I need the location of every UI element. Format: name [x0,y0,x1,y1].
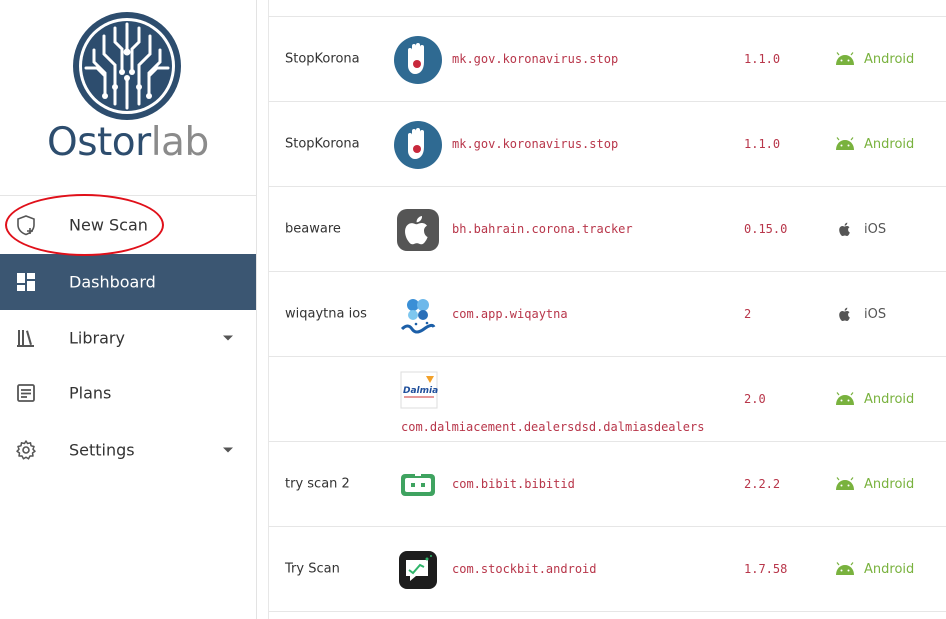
android-icon [836,477,854,490]
apple-icon [839,222,850,236]
sidebar-item-label: Plans [69,383,112,403]
sidebar-item-new-scan[interactable]: New Scan [0,197,256,253]
app-root: Ostorlab New Scan Dashboard Library Plan… [0,0,946,619]
wiqaytna-icon [400,299,436,334]
platform-label: Android [864,391,915,407]
platform-badge: iOS [834,305,886,323]
scan-name: wiqaytna ios [285,306,367,322]
sidebar-item-library[interactable]: Library [0,310,256,366]
scan-name: beaware [285,221,341,237]
platform-badge: Android [834,135,914,153]
platform-badge: Android [834,50,914,68]
ostorlab-emblem-icon [73,12,181,120]
brand-wordmark-part1: Ostor [47,120,151,165]
platform-badge: Android [834,475,914,493]
app-version: 2.2.2 [744,477,781,491]
platform-label: Android [864,51,915,67]
sidebar-item-label: Dashboard [69,272,156,292]
package-name[interactable]: com.stockbit.android [452,562,597,576]
dashboard-icon [17,273,35,291]
dalmia-icon: Dalmia [400,371,438,409]
plans-icon [17,384,35,402]
chevron-down-icon [223,447,233,453]
scans-list: StopKorona mk.gov.koronavirus.stop 1.1.0… [268,0,946,619]
brand-logo[interactable]: Ostorlab [0,0,256,196]
bibit-icon [401,472,435,496]
sidebar-item-plans[interactable]: Plans [0,365,256,421]
table-row[interactable]: StopKorona mk.gov.koronavirus.stop 1.1.0… [269,16,946,101]
app-version: 2.0 [744,392,766,406]
scan-name: try scan 2 [285,476,350,492]
package-name[interactable]: bh.bahrain.corona.tracker [452,222,633,236]
platform-badge: Android [834,560,914,578]
android-icon [836,562,854,575]
scan-name: Try Scan [285,561,340,577]
table-row[interactable]: beaware bh.bahrain.corona.tracker 0.15.0… [269,186,946,271]
table-row[interactable]: StopKorona mk.gov.koronavirus.stop 1.1.0… [269,101,946,186]
table-row[interactable]: try scan 2 com.bibit.bibitid 2.2.2 Andro… [269,441,946,526]
app-version: 1.1.0 [744,52,781,66]
platform-label: Android [864,476,915,492]
package-name[interactable]: com.app.wiqaytna [452,307,568,321]
table-row[interactable]: Dalmia com.dalmiacement.dealersdsd.dalmi… [269,356,946,441]
brand-wordmark-part2: lab [150,120,210,165]
apple-icon [839,307,850,321]
shield-plus-icon [17,215,35,236]
table-row[interactable]: Try Scan com.stockbit.android 1.7.58 And… [269,526,946,611]
app-version: 0.15.0 [744,222,788,236]
apple-app-icon [397,209,439,251]
sidebar-item-dashboard[interactable]: Dashboard [0,254,256,310]
sidebar-item-label: Settings [69,440,135,460]
platform-badge: Android [834,390,914,408]
sidebar: Ostorlab New Scan Dashboard Library Plan… [0,0,257,619]
app-version: 1.1.0 [744,137,781,151]
stockbit-icon [399,551,437,589]
dalmia-icon-text: Dalmia [403,386,438,396]
table-row [269,611,946,619]
sidebar-item-settings[interactable]: Settings [0,422,256,478]
scan-name: StopKorona [285,51,360,67]
package-name[interactable]: mk.gov.koronavirus.stop [452,52,618,66]
package-name[interactable]: com.dalmiacement.dealersdsd.dalmiasdeale… [401,420,704,434]
platform-label: iOS [864,221,887,237]
chevron-down-icon [223,335,233,341]
app-version: 1.7.58 [744,562,788,576]
package-name[interactable]: mk.gov.koronavirus.stop [452,137,618,151]
stopkorona-hand-icon [394,121,442,169]
table-row[interactable]: wiqaytna ios com.app.wiqaytna 2 iOS [269,271,946,356]
app-version: 2 [744,307,752,321]
brand-wordmark: Ostorlab [47,118,209,168]
platform-badge: iOS [834,220,886,238]
platform-label: Android [864,136,915,152]
sidebar-item-label: New Scan [69,215,148,235]
library-icon [17,330,34,347]
android-icon [836,392,854,405]
stopkorona-hand-icon [394,36,442,84]
gear-icon [16,440,36,460]
android-icon [836,52,854,65]
platform-label: iOS [864,306,887,322]
package-name[interactable]: com.bibit.bibitid [452,477,575,491]
scan-name: StopKorona [285,136,360,152]
android-icon [836,137,854,150]
sidebar-item-label: Library [69,328,125,348]
platform-label: Android [864,561,915,577]
